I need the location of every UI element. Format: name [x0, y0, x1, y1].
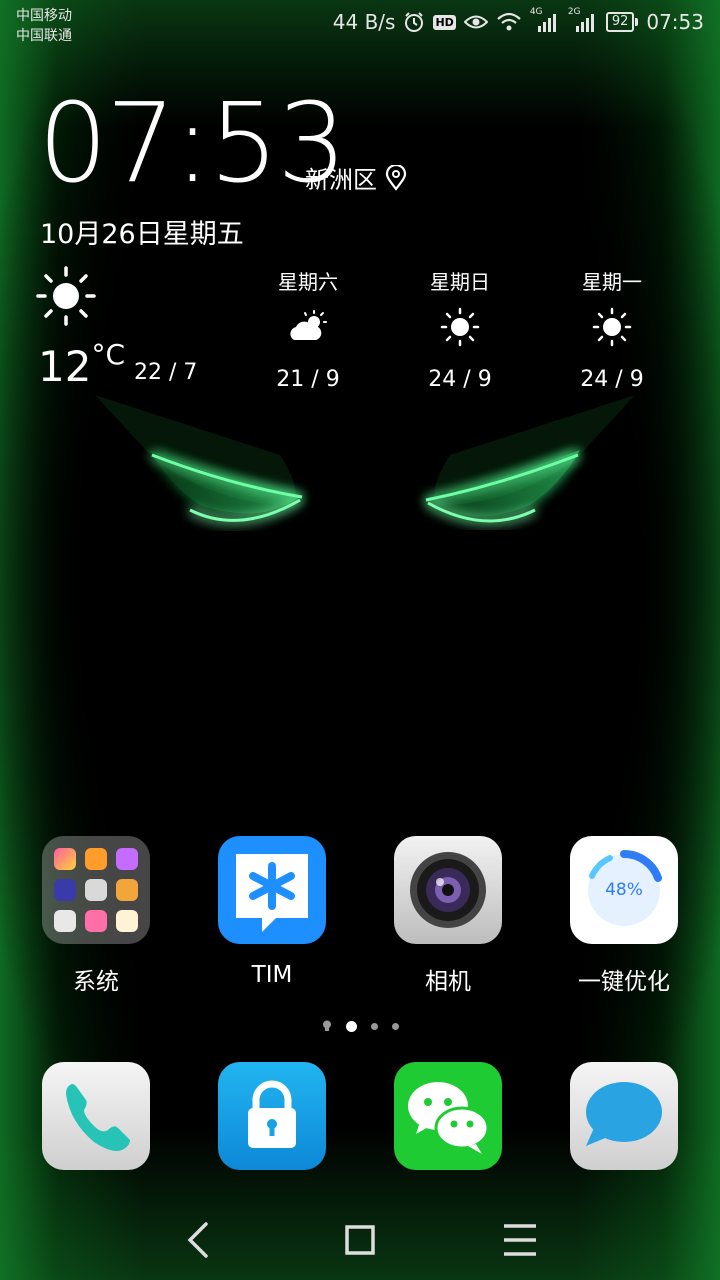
today-temp-range: 22 / 7	[134, 360, 198, 385]
page-dot-active[interactable]	[345, 1020, 357, 1032]
back-icon[interactable]	[178, 1218, 222, 1262]
forecast-day-1: 星期六 21 / 9	[248, 266, 368, 392]
status-bar: 中国移动 中国联通 44 B/s HD 4G 2G 92 07:53	[0, 0, 720, 50]
carrier-names: 中国移动 中国联通	[16, 6, 72, 46]
phone-icon	[42, 1062, 150, 1170]
wallpaper-eyes	[95, 395, 635, 523]
app-label: 一键优化	[578, 969, 670, 995]
temperature-unit: °C	[91, 338, 126, 371]
menu-icon[interactable]	[498, 1218, 542, 1262]
location-pin-icon	[385, 164, 407, 191]
home-icon[interactable]	[338, 1218, 382, 1262]
current-temperature: 12°C	[38, 338, 125, 391]
app-camera[interactable]: 相机	[393, 836, 503, 996]
folder-icon	[42, 836, 150, 944]
page-dot[interactable]	[370, 1022, 378, 1030]
status-icons: 44 B/s HD 4G 2G 92 07:53	[332, 7, 704, 34]
navigation-bar	[0, 1200, 720, 1280]
dock-wechat[interactable]	[393, 1062, 503, 1170]
hint-bulb-icon[interactable]	[322, 1020, 332, 1032]
dock-lock[interactable]	[217, 1062, 327, 1170]
app-label: 系统	[73, 969, 119, 995]
clock-time[interactable]: 07:53	[38, 88, 347, 198]
forecast-day-label: 星期一	[582, 270, 642, 294]
hd-icon: HD	[433, 14, 456, 30]
app-tim[interactable]: TIM	[217, 836, 327, 988]
carrier-1: 中国移动	[16, 8, 72, 24]
dock-phone[interactable]	[41, 1062, 151, 1170]
wechat-icon	[394, 1062, 502, 1170]
alarm-icon	[405, 12, 424, 32]
network-speed: 44 B/s	[332, 10, 396, 34]
date-label: 10月26日星期五	[40, 219, 244, 250]
sun-icon	[440, 307, 480, 347]
page-indicator	[0, 1020, 720, 1032]
carrier-2: 中国联通	[16, 28, 72, 44]
forecast-range: 21 / 9	[276, 367, 340, 392]
optimize-percent: 48%	[605, 880, 643, 900]
forecast-day-label: 星期日	[430, 270, 490, 294]
weather-location[interactable]: 新洲区	[305, 160, 407, 195]
forecast-day-2: 星期日 24 / 9	[400, 266, 520, 392]
eye-comfort-icon	[463, 15, 488, 29]
sun-icon	[36, 266, 96, 326]
app-system-folder[interactable]: 系统	[41, 836, 151, 996]
forecast-range: 24 / 9	[428, 367, 492, 392]
optimize-icon: 48%	[570, 836, 678, 944]
sun-icon	[592, 307, 632, 347]
app-optimize[interactable]: 48% 一键优化	[569, 836, 679, 996]
tim-icon	[218, 836, 326, 944]
location-label: 新洲区	[305, 166, 377, 194]
temperature-value: 12	[38, 342, 92, 391]
message-icon	[570, 1062, 678, 1170]
app-label: TIM	[251, 962, 293, 988]
page-dot[interactable]	[391, 1022, 399, 1030]
forecast-day-3: 星期一 24 / 9	[552, 266, 672, 392]
battery-icon: 92	[605, 12, 639, 32]
wifi-icon	[497, 12, 521, 31]
status-time: 07:53	[646, 10, 704, 34]
dock-messages[interactable]	[569, 1062, 679, 1170]
cloudy-sun-icon	[290, 310, 327, 340]
app-label: 相机	[425, 969, 471, 995]
lock-icon	[218, 1062, 326, 1170]
forecast-range: 24 / 9	[580, 367, 644, 392]
signal-2g-icon: 2G	[568, 7, 598, 33]
camera-icon	[394, 836, 502, 944]
forecast-day-label: 星期六	[278, 270, 338, 294]
signal-4g-icon: 4G	[530, 7, 560, 33]
battery-level: 92	[605, 12, 635, 32]
